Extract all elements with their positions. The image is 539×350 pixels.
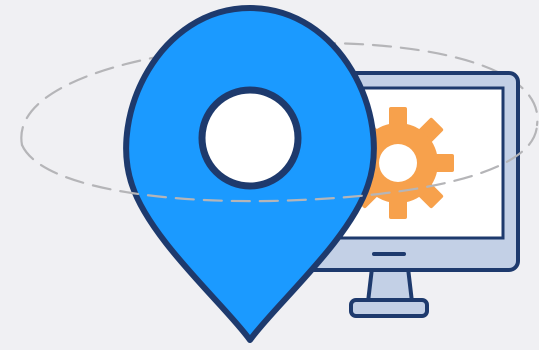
illustration-canvas [0,0,539,350]
pin-hole [198,86,302,190]
monitor-stand-base [349,298,429,318]
location-settings-illustration [20,5,539,343]
location-pin-icon [123,5,377,343]
gear-hole [379,144,417,182]
monitor-stand-neck [366,266,414,304]
